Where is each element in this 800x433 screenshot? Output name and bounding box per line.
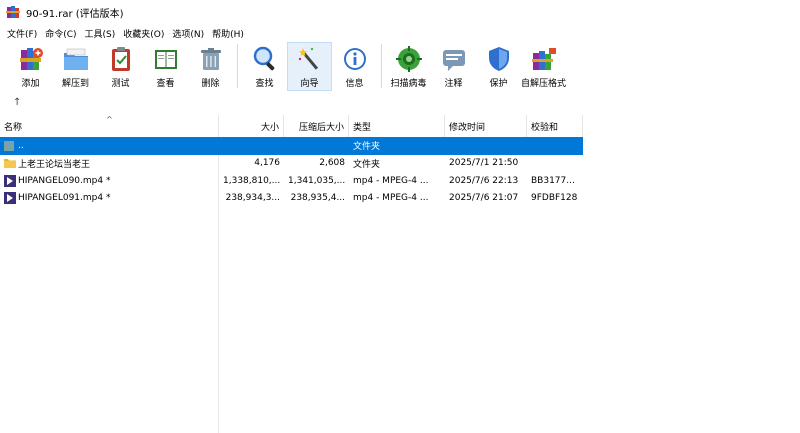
menu-options[interactable]: 选项(N): [169, 27, 207, 40]
protect-label: 保护: [489, 79, 508, 89]
info-icon: [343, 48, 366, 70]
up-folder-button[interactable]: ↑: [13, 97, 21, 108]
trash-bin-icon: [200, 48, 221, 70]
column-header-type[interactable]: 类型: [349, 115, 445, 137]
file-rows: .. 文件夹 上老王论坛当老王 4,176 2,608 文件夹 2025/7/1…: [0, 137, 583, 207]
row-name: HIPANGEL091.mp4 *: [18, 193, 111, 204]
virus-scan-icon: [395, 46, 422, 72]
magnifier-icon: [253, 46, 274, 71]
test-clipboard-icon: [111, 47, 130, 71]
column-name-label: 名称: [4, 122, 23, 133]
row-type: 文件夹: [353, 142, 381, 153]
column-header-crc[interactable]: 校验和: [527, 115, 583, 137]
folder-icon: [4, 159, 16, 169]
comment-icon: [442, 50, 465, 71]
table-row[interactable]: HIPANGEL090.mp4 * 1,338,810,... 1,341,03…: [0, 172, 583, 190]
row-modified: 2025/7/6 22:13: [449, 175, 519, 186]
row-name: ..: [18, 140, 24, 151]
wizard-button[interactable]: 向导: [287, 42, 332, 91]
row-name-cell: 上老王论坛当老王: [0, 157, 219, 170]
table-row[interactable]: 上老王论坛当老王 4,176 2,608 文件夹 2025/7/1 21:50: [0, 155, 583, 173]
menu-tools[interactable]: 工具(S): [82, 27, 119, 40]
sfx-archive-icon: [531, 48, 556, 70]
column-header-modified[interactable]: 修改时间: [445, 115, 527, 137]
column-type-label: 类型: [353, 122, 372, 133]
column-modified-label: 修改时间: [449, 122, 486, 133]
row-packed: 2,608: [319, 158, 345, 169]
column-header-size[interactable]: 大小: [219, 115, 284, 137]
row-modified: 2025/7/1 21:50: [449, 158, 519, 169]
row-size: 238,934,3...: [225, 193, 280, 204]
parent-folder-icon: [4, 140, 14, 151]
magic-wand-icon: [298, 47, 318, 70]
menu-commands[interactable]: 命令(C): [42, 27, 79, 40]
add-label: 添加: [21, 79, 40, 89]
test-button[interactable]: 测试: [98, 42, 143, 91]
sort-ascending-icon: ^: [106, 115, 113, 124]
path-bar: ↑: [0, 92, 800, 114]
window-title: 90-91.rar (评估版本): [26, 8, 124, 20]
row-crc: BB3177...: [531, 175, 575, 186]
info-label: 信息: [345, 79, 364, 89]
shield-icon: [488, 47, 509, 71]
comment-label: 注释: [444, 79, 463, 89]
row-name: 上老王论坛当老王: [18, 159, 91, 170]
row-name-cell: ..: [0, 140, 219, 152]
title-bar: 90-91.rar (评估版本): [0, 0, 800, 24]
mp4-file-icon: [4, 192, 16, 205]
find-button[interactable]: 查找: [242, 42, 287, 91]
column-crc-label: 校验和: [531, 122, 559, 133]
virus-scan-button[interactable]: 扫描病毒: [386, 42, 431, 91]
find-label: 查找: [255, 79, 274, 89]
view-label: 查看: [156, 79, 175, 89]
extract-folder-icon: [63, 48, 88, 70]
extract-to-button[interactable]: 解压到: [53, 42, 98, 91]
comment-button[interactable]: 注释: [431, 42, 476, 91]
protect-button[interactable]: 保护: [476, 42, 521, 91]
delete-button[interactable]: 删除: [188, 42, 233, 91]
row-name-cell: HIPANGEL090.mp4 *: [0, 174, 219, 187]
column-size-label: 大小: [260, 122, 279, 133]
sfx-label: 自解压格式: [521, 79, 567, 89]
list-header: 名称 ^ 大小 压缩后大小 类型 修改时间 校验和: [0, 115, 583, 137]
file-list: 名称 ^ 大小 压缩后大小 类型 修改时间 校验和 .. 文件夹 上老王论坛当老…: [0, 115, 800, 433]
row-type: mp4 - MPEG-4 ...: [353, 193, 429, 204]
sfx-button[interactable]: 自解压格式: [521, 42, 566, 91]
toolbar-separator: [381, 44, 382, 88]
menu-favorites[interactable]: 收藏夹(O): [120, 27, 167, 40]
column-packed-label: 压缩后大小: [298, 122, 344, 133]
virus-scan-label: 扫描病毒: [390, 79, 427, 89]
mp4-file-icon: [4, 174, 16, 187]
column-header-name[interactable]: 名称 ^: [0, 115, 219, 137]
wizard-label: 向导: [300, 79, 319, 89]
row-size: 1,338,810,...: [223, 175, 281, 186]
test-label: 测试: [111, 79, 130, 89]
menu-file[interactable]: 文件(F): [4, 27, 40, 40]
row-modified: 2025/7/6 21:07: [449, 193, 519, 204]
row-size: 4,176: [254, 158, 280, 169]
row-type: mp4 - MPEG-4 ...: [353, 175, 429, 186]
table-row[interactable]: .. 文件夹: [0, 137, 583, 155]
row-crc: 9FDBF128: [531, 193, 578, 204]
row-name-cell: HIPANGEL091.mp4 *: [0, 192, 219, 205]
info-button[interactable]: 信息: [332, 42, 377, 91]
menu-help[interactable]: 帮助(H): [209, 27, 247, 40]
winrar-books-icon: [6, 6, 20, 18]
add-button[interactable]: 添加: [8, 42, 53, 91]
column-header-packed[interactable]: 压缩后大小: [284, 115, 349, 137]
extract-to-label: 解压到: [61, 79, 89, 89]
table-row[interactable]: HIPANGEL091.mp4 * 238,934,3... 238,935,4…: [0, 190, 583, 208]
toolbar-separator: [237, 44, 238, 88]
row-type: 文件夹: [353, 159, 381, 170]
toolbar: 添加 解压到 测试 查看 删除 查找 向导 信息 扫描病毒 注释 保护 自解压格…: [0, 42, 800, 92]
row-packed: 1,341,035,...: [288, 175, 346, 186]
delete-label: 删除: [201, 79, 220, 89]
view-book-icon: [154, 50, 177, 69]
row-name: HIPANGEL090.mp4 *: [18, 175, 111, 186]
add-archive-icon: [19, 48, 43, 70]
view-button[interactable]: 查看: [143, 42, 188, 91]
menu-bar: 文件(F) 命令(C) 工具(S) 收藏夹(O) 选项(N) 帮助(H): [0, 25, 800, 41]
row-packed: 238,935,4...: [290, 193, 345, 204]
